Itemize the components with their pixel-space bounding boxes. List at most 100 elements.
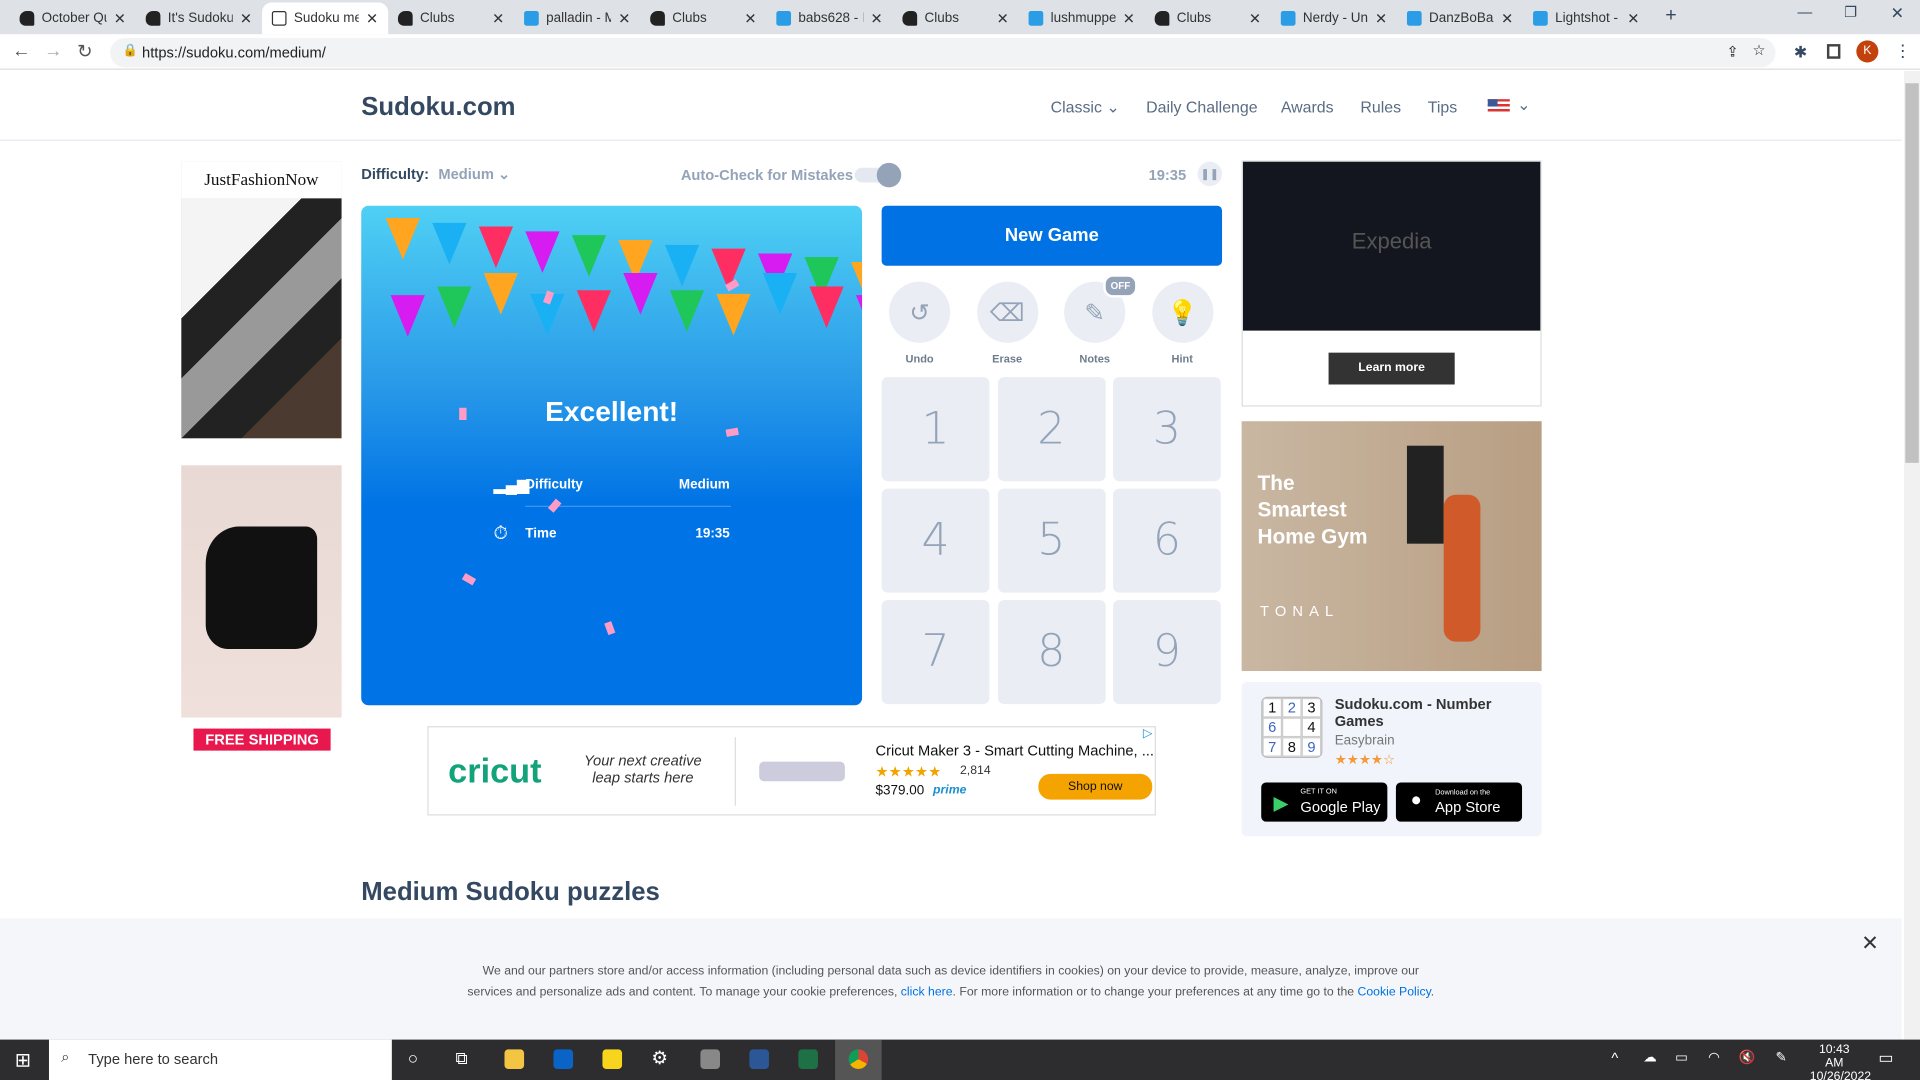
browser-tab[interactable]: Clubs ✕ (388, 2, 514, 34)
adchoices-icon[interactable]: ▷ (1143, 727, 1152, 740)
menu-icon[interactable]: ⋮ (1894, 40, 1911, 61)
free-shipping-badge[interactable]: FREE SHIPPING (193, 728, 331, 751)
minimize-button[interactable]: — (1798, 4, 1813, 21)
browser-tab[interactable]: Clubs ✕ (640, 2, 766, 34)
forward-icon[interactable]: → (44, 40, 62, 61)
new-game-button[interactable]: New Game (881, 205, 1223, 266)
cookie-preferences-link[interactable]: click here (901, 986, 953, 999)
new-tab-button[interactable]: + (1665, 5, 1676, 27)
calculator-icon[interactable] (700, 1049, 721, 1069)
excel-icon[interactable] (798, 1049, 818, 1069)
onedrive-icon[interactable]: ☁ (1643, 1049, 1656, 1066)
task-view-icon[interactable]: ⧉ (456, 1048, 468, 1069)
nav-rules[interactable]: Rules (1360, 98, 1401, 116)
number-button-4[interactable]: 4 (881, 488, 990, 593)
close-tab-icon[interactable]: ✕ (1375, 10, 1387, 27)
battery-icon[interactable]: ▭ (1675, 1049, 1688, 1066)
number-button-7[interactable]: 7 (881, 600, 990, 705)
us-flag-icon[interactable] (1487, 99, 1510, 114)
close-tab-icon[interactable]: ✕ (1249, 10, 1261, 27)
close-tab-icon[interactable]: ✕ (1501, 10, 1513, 27)
browser-tab[interactable]: babs628 - B ✕ (767, 2, 893, 34)
browser-tab[interactable]: Sudoku me ✕ (262, 2, 389, 35)
nav-classic[interactable]: Classic ⌄ (1051, 98, 1120, 118)
extensions-icon[interactable]: ✱ (1794, 43, 1807, 63)
browser-tab[interactable]: Clubs ✕ (1145, 2, 1271, 34)
scrollbar[interactable] (1904, 71, 1920, 1040)
clock[interactable]: 10:43 AM 10/26/2022 (1810, 1043, 1871, 1080)
nav-tips[interactable]: Tips (1428, 98, 1457, 116)
close-tab-icon[interactable]: ✕ (618, 10, 630, 27)
close-window-button[interactable]: ✕ (1891, 4, 1904, 24)
difficulty-select[interactable]: Medium ⌄ (438, 165, 510, 182)
browser-tab[interactable]: DanzBoBan ✕ (1397, 2, 1523, 34)
ad-fashion-top[interactable]: JustFashionNow (181, 161, 342, 439)
file-explorer-icon[interactable] (504, 1049, 525, 1069)
number-button-3[interactable]: 3 (1113, 377, 1221, 482)
nav-awards[interactable]: Awards (1281, 98, 1334, 116)
chevron-down-icon[interactable]: ⌄ (1517, 96, 1530, 116)
ad-cricut[interactable]: cricut Your next creative leap starts he… (427, 726, 1156, 816)
google-play-button[interactable]: ▶ GET IT ON Google Play (1261, 782, 1388, 822)
browser-tab[interactable]: Clubs ✕ (893, 2, 1019, 34)
tool-undo-button[interactable]: ↺ Undo (888, 281, 951, 365)
wifi-icon[interactable]: ◠ (1708, 1049, 1720, 1066)
browser-tab[interactable]: October Qu ✕ (10, 2, 136, 34)
number-button-6[interactable]: 6 (1113, 488, 1221, 593)
cortana-icon[interactable]: ○ (408, 1048, 418, 1068)
ad-expedia[interactable]: Expedia Learn more (1241, 160, 1542, 407)
close-tab-icon[interactable]: ✕ (1627, 10, 1639, 27)
browser-tab[interactable]: palladin - M ✕ (514, 2, 640, 34)
number-button-1[interactable]: 1 (881, 377, 990, 482)
outlook-icon[interactable] (553, 1049, 574, 1069)
windows-start-icon[interactable]: ⊞ (15, 1048, 31, 1072)
app-store-button[interactable]: ● Download on the App Store (1395, 782, 1523, 822)
browser-tab[interactable]: It's Sudoku ✕ (136, 2, 262, 34)
browser-tab[interactable]: lushmuppet ✕ (1019, 2, 1145, 34)
browser-tab[interactable]: Nerdy - Unt ✕ (1271, 2, 1397, 34)
profile-avatar[interactable]: K (1856, 40, 1879, 63)
restore-button[interactable]: ❐ (1844, 4, 1857, 21)
ad-boots-image[interactable] (181, 465, 342, 718)
close-tab-icon[interactable]: ✕ (114, 10, 126, 27)
pause-icon[interactable]: ❚❚ (1197, 161, 1223, 187)
number-button-5[interactable]: 5 (997, 488, 1106, 593)
tool-hint-button[interactable]: 💡 Hint (1151, 281, 1213, 365)
close-tab-icon[interactable]: ✕ (871, 10, 883, 27)
browser-tab[interactable]: Lightshot - ✕ (1523, 2, 1649, 34)
autocheck-toggle[interactable] (854, 162, 902, 188)
star-icon[interactable]: ☆ (1753, 42, 1766, 59)
notifications-icon[interactable]: ▭ (1878, 1048, 1893, 1068)
back-icon[interactable]: ← (12, 40, 30, 61)
close-tab-icon[interactable]: ✕ (492, 10, 504, 27)
sticky-notes-icon[interactable] (602, 1049, 623, 1069)
address-bar[interactable]: 🔒 https://sudoku.com/medium/ ⇪ ☆ (110, 37, 1776, 68)
close-tab-icon[interactable]: ✕ (366, 10, 378, 27)
number-button-8[interactable]: 8 (997, 600, 1106, 705)
cookie-policy-link[interactable]: Cookie Policy (1358, 986, 1431, 999)
close-tab-icon[interactable]: ✕ (240, 10, 252, 27)
taskbar-search[interactable]: ⌕ Type here to search (48, 1039, 392, 1080)
tray-chevron-icon[interactable]: ^ (1611, 1049, 1618, 1066)
settings-icon[interactable]: ⚙ (651, 1047, 667, 1069)
word-icon[interactable] (749, 1049, 769, 1069)
close-icon[interactable]: ✕ (1861, 933, 1878, 954)
tool-erase-button[interactable]: ⌫ Erase (976, 281, 1038, 365)
close-tab-icon[interactable]: ✕ (1123, 10, 1135, 27)
close-tab-icon[interactable]: ✕ (744, 10, 756, 27)
volume-muted-icon[interactable]: 🔇 (1739, 1049, 1756, 1066)
shop-now-button[interactable]: Shop now (1038, 773, 1153, 800)
close-tab-icon[interactable]: ✕ (997, 10, 1009, 27)
ad-tonal[interactable]: The Smartest Home Gym TONAL (1241, 421, 1542, 672)
side-panel-icon[interactable] (1826, 44, 1841, 59)
chrome-taskbar-button[interactable] (835, 1039, 882, 1080)
nav-daily-challenge[interactable]: Daily Challenge (1146, 98, 1258, 116)
pen-icon[interactable]: ✎ (1776, 1049, 1787, 1066)
tool-notes-button[interactable]: ✎ Notes OFF (1064, 274, 1138, 365)
site-logo[interactable]: Sudoku.com (361, 93, 515, 122)
number-button-9[interactable]: 9 (1113, 600, 1221, 705)
number-button-2[interactable]: 2 (997, 377, 1106, 482)
reload-icon[interactable]: ↻ (77, 40, 92, 63)
share-icon[interactable]: ⇪ (1726, 43, 1738, 60)
learn-more-button[interactable]: Learn more (1328, 352, 1455, 385)
